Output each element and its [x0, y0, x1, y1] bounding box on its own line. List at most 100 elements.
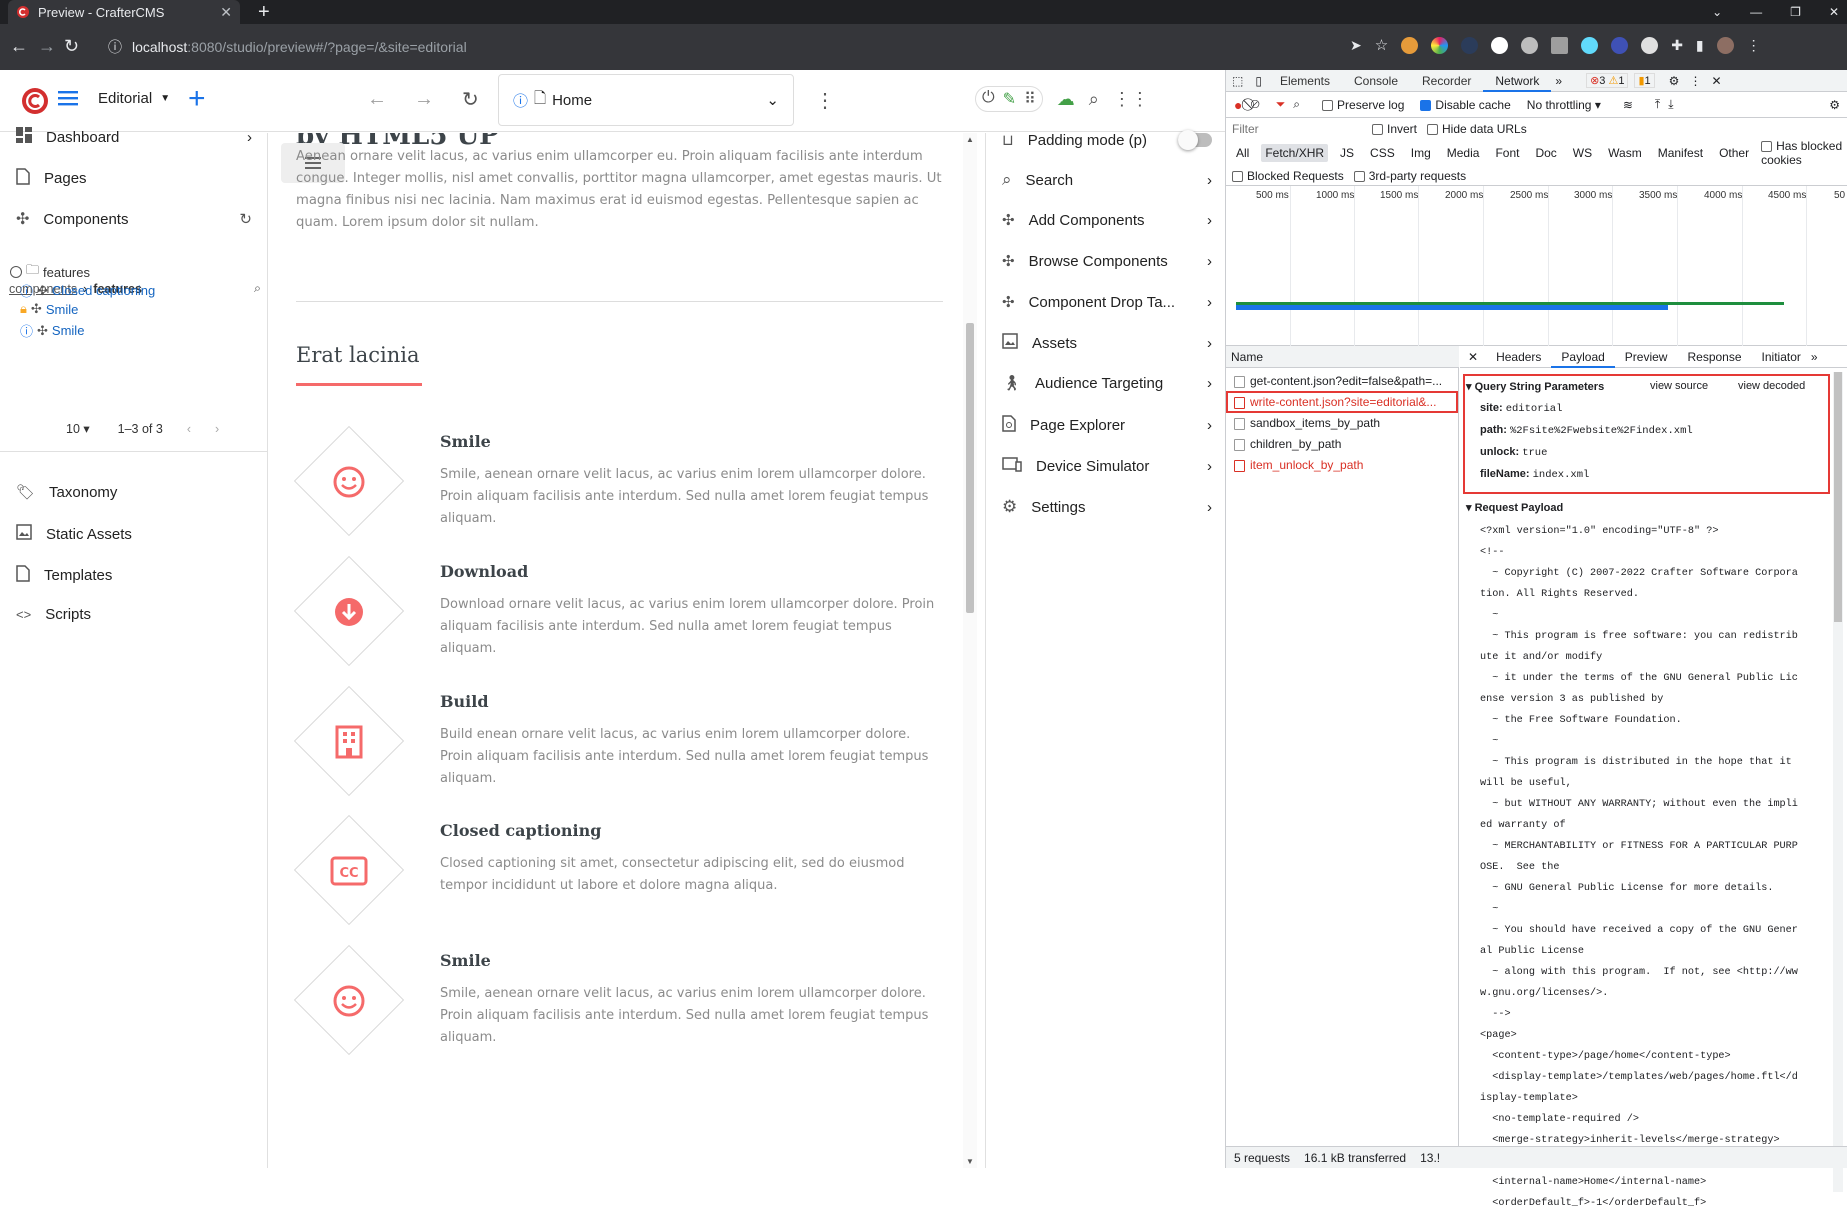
type-filter-js[interactable]: JS: [1336, 144, 1358, 162]
canvas-scrollbar[interactable]: ▲ ▼: [963, 133, 977, 1168]
url-field[interactable]: ⓘ localhost:8080/studio/preview#/?page=/…: [108, 30, 1333, 64]
close-devtools-icon[interactable]: ✕: [1711, 74, 1721, 88]
kebab-menu-icon[interactable]: ⋮: [1689, 74, 1701, 88]
sidebar-item-pages[interactable]: Pages: [16, 168, 252, 189]
tab-network[interactable]: Network: [1483, 70, 1552, 92]
more-options-icon[interactable]: ⋮: [815, 88, 835, 113]
minimize-button[interactable]: —: [1750, 5, 1762, 19]
extension-4-icon[interactable]: [1491, 36, 1509, 54]
add-content-button[interactable]: +: [188, 84, 206, 114]
close-window-button[interactable]: ✕: [1829, 5, 1839, 19]
network-settings-icon[interactable]: ⚙: [1829, 98, 1840, 112]
tab-headers[interactable]: Headers: [1486, 346, 1551, 368]
close-detail-icon[interactable]: ✕: [1460, 350, 1486, 364]
extension-6-icon[interactable]: [1551, 36, 1569, 54]
extensions-puzzle-icon[interactable]: ✚: [1671, 37, 1683, 54]
scrollbar-thumb[interactable]: [966, 323, 974, 613]
tab-console[interactable]: Console: [1342, 70, 1410, 92]
tool-device-simulator[interactable]: Device Simulator ›: [1002, 456, 1212, 476]
more-tabs-icon[interactable]: »: [1811, 350, 1818, 364]
extension-5-icon[interactable]: [1521, 36, 1539, 54]
scroll-up-icon[interactable]: ▲: [966, 135, 974, 144]
search-icon[interactable]: ⌕: [254, 281, 261, 296]
sidebar-item-components[interactable]: ✣ Components ↻: [16, 209, 252, 229]
type-filter-font[interactable]: Font: [1491, 144, 1523, 162]
sidepanel-icon[interactable]: ▮: [1696, 37, 1704, 54]
preserve-log-checkbox[interactable]: Preserve log: [1322, 98, 1404, 112]
type-filter-manifest[interactable]: Manifest: [1654, 144, 1707, 162]
cloud-publish-icon[interactable]: ☁: [1057, 89, 1075, 110]
type-filter-wasm[interactable]: Wasm: [1604, 144, 1646, 162]
feature-item[interactable]: CC Closed captioning Closed captioning s…: [293, 814, 946, 951]
request-row[interactable]: get-content.json?edit=false&path=...: [1226, 372, 1459, 390]
issues-counter[interactable]: ▮1: [1634, 73, 1655, 88]
tree-item-folder[interactable]: 🗀 features: [10, 261, 90, 283]
tree-item-component[interactable]: ⓘ ✣ Closed captioning: [20, 281, 155, 300]
type-filter-css[interactable]: CSS: [1366, 144, 1399, 162]
back-icon[interactable]: ←: [10, 36, 28, 57]
tab-response[interactable]: Response: [1677, 346, 1751, 368]
tab-elements[interactable]: Elements: [1268, 70, 1342, 92]
filter-input[interactable]: [1232, 122, 1362, 136]
react-devtools-icon[interactable]: [1581, 36, 1599, 54]
gear-icon[interactable]: ⚙: [1669, 74, 1680, 88]
throttling-select[interactable]: No throttling ▾: [1527, 98, 1601, 112]
sidebar-item-scripts[interactable]: <> Scripts: [16, 606, 252, 623]
search-icon[interactable]: ⌕: [1089, 89, 1099, 110]
search-icon[interactable]: ⌕: [1293, 97, 1300, 112]
request-row[interactable]: sandbox_items_by_path: [1226, 414, 1459, 432]
chevron-down-icon[interactable]: ⌄: [766, 91, 779, 109]
forward-arrow-icon[interactable]: →: [414, 88, 434, 111]
back-arrow-icon[interactable]: ←: [367, 88, 387, 111]
scrollbar-thumb[interactable]: [1834, 372, 1842, 622]
crafter-logo-icon[interactable]: [20, 86, 50, 116]
request-payload-section[interactable]: ▾ Request Payload: [1466, 501, 1563, 514]
extension-8-icon[interactable]: [1611, 36, 1629, 54]
apps-grid-icon[interactable]: ⋮⋮: [1113, 89, 1149, 110]
import-har-icon[interactable]: ⤒: [1655, 97, 1660, 112]
error-warning-counter[interactable]: ⊗3 ⚠1: [1586, 73, 1629, 88]
tool-browse-components[interactable]: ✣ Browse Components ›: [1002, 252, 1212, 271]
scroll-down-icon[interactable]: ▼: [966, 1157, 974, 1166]
tool-assets[interactable]: Assets ›: [1002, 333, 1212, 353]
tab-preview[interactable]: Preview: [1615, 346, 1678, 368]
inspect-icon[interactable]: ⬚: [1226, 74, 1249, 88]
sidebar-item-dashboard[interactable]: Dashboard ›: [16, 127, 252, 147]
request-row[interactable]: children_by_path: [1226, 435, 1459, 453]
devtools-scrollbar[interactable]: [1833, 372, 1843, 1192]
type-filter-other[interactable]: Other: [1715, 144, 1753, 162]
tab-recorder[interactable]: Recorder: [1410, 70, 1483, 92]
radio-icon[interactable]: [10, 266, 22, 278]
request-row[interactable]: item_unlock_by_path: [1226, 456, 1459, 474]
extension-3-icon[interactable]: [1461, 36, 1479, 54]
browser-tab[interactable]: Preview - CrafterCMS ✕: [8, 0, 240, 24]
tool-component-drop-targets[interactable]: ✣ Component Drop Ta... ›: [1002, 293, 1212, 312]
name-column-header[interactable]: Name: [1226, 346, 1459, 368]
blocked-requests-checkbox[interactable]: Blocked Requests: [1232, 169, 1344, 183]
site-selector[interactable]: Editorial ▼: [98, 90, 170, 107]
tool-page-explorer[interactable]: Page Explorer ›: [1002, 415, 1212, 436]
refresh-icon[interactable]: ↻: [462, 87, 479, 112]
close-tab-icon[interactable]: ✕: [220, 4, 232, 21]
feature-item[interactable]: Download Download ornare velit lacus, ac…: [293, 555, 946, 692]
type-filter-doc[interactable]: Doc: [1531, 144, 1560, 162]
sidebar-item-taxonomy[interactable]: 🏷︎ Taxonomy: [16, 483, 252, 502]
network-timeline[interactable]: 500 ms 1000 ms 1500 ms 2000 ms 2500 ms 3…: [1226, 186, 1847, 346]
third-party-checkbox[interactable]: 3rd-party requests: [1353, 169, 1466, 183]
info-icon[interactable]: ⓘ: [108, 37, 122, 57]
hamburger-menu-icon[interactable]: [58, 90, 78, 106]
toggle-switch[interactable]: [1178, 130, 1212, 150]
type-filter-media[interactable]: Media: [1443, 144, 1484, 162]
tool-audience-targeting[interactable]: 🚶︎ Audience Targeting ›: [1002, 374, 1212, 393]
extension-2-icon[interactable]: [1431, 36, 1449, 54]
type-filter-img[interactable]: Img: [1407, 144, 1435, 162]
star-icon[interactable]: ☆: [1375, 36, 1388, 54]
tree-item-component[interactable]: ⓘ ✣ Smile: [20, 321, 84, 340]
network-conditions-icon[interactable]: ≋: [1623, 98, 1633, 112]
padding-mode-toggle[interactable]: ⊔ Padding mode (p): [1002, 130, 1212, 150]
hide-data-urls-checkbox[interactable]: Hide data URLs: [1427, 122, 1527, 136]
profile-avatar[interactable]: [1716, 36, 1734, 54]
extension-9-icon[interactable]: [1641, 36, 1659, 54]
feature-item[interactable]: Smile Smile, aenean ornare velit lacus, …: [293, 944, 946, 1081]
extension-1-icon[interactable]: [1401, 36, 1419, 54]
